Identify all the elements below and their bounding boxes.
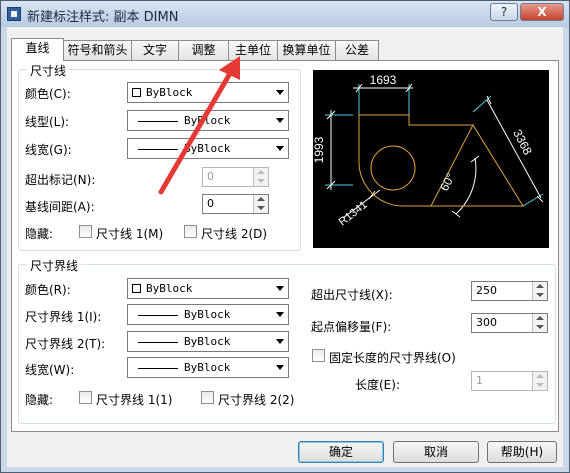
ext-color-combo[interactable]: ByBlock	[127, 278, 289, 299]
tab-fit[interactable]: 调整	[178, 40, 229, 60]
ext-lineweight-combo[interactable]: ByBlock	[127, 357, 289, 378]
tab-tolerances[interactable]: 公差	[335, 40, 379, 60]
fixed-length-checkbox[interactable]	[312, 349, 325, 362]
ext-lines-legend: 尺寸界线	[27, 257, 82, 274]
tab-lines[interactable]: 直线	[11, 38, 64, 61]
length-spinner: 1	[471, 371, 548, 391]
extension-lines	[325, 84, 544, 207]
origin-offset-spinner[interactable]: 300	[471, 313, 548, 333]
spin-up-icon	[257, 170, 265, 174]
dim-label-top: 1693	[370, 73, 397, 87]
spin-down-icon	[536, 383, 544, 387]
suppress-ext-line-1-label[interactable]: 尺寸界线 1(1)	[96, 391, 172, 408]
line-sample	[138, 121, 178, 122]
dim-label-radius: R1341	[337, 199, 370, 228]
dim-label-angle: 60°	[437, 171, 458, 194]
spin-up-icon[interactable]	[536, 316, 544, 320]
suppress-dim-line-2-label[interactable]: 尺寸线 2(D)	[201, 225, 267, 242]
baseline-spacing-label: 基线间距(A):	[25, 200, 95, 214]
length-label: 长度(E):	[355, 378, 400, 392]
suppress-ext-line-1-checkbox[interactable]	[79, 391, 92, 404]
title-help-button[interactable]: ?	[490, 3, 518, 21]
dim-label-right: 3368	[510, 127, 535, 157]
ext-lt1-combo[interactable]: ByBlock	[127, 304, 289, 325]
dialog-client: 直线 符号和箭头 文字 调整 主单位 换算单位 公差 尺寸线 颜色(C): By…	[7, 27, 563, 467]
dimension-lines	[330, 87, 542, 219]
dim-suppress-label: 隐藏:	[25, 227, 54, 241]
chevron-down-icon	[276, 339, 284, 344]
suppress-dim-line-2-checkbox[interactable]	[184, 225, 197, 238]
ext-lt2-label: 尺寸界线 2(T):	[25, 337, 106, 351]
dim-lineweight-label: 线宽(G):	[25, 143, 72, 157]
fixed-length-label[interactable]: 固定长度的尺寸界线(O)	[329, 349, 456, 366]
baseline-spacing-spinner[interactable]: 0	[202, 194, 269, 214]
preview-drawing: 1693 1993 3368 R1341 60°	[312, 73, 544, 228]
dim-color-label: 颜色(C):	[25, 87, 71, 101]
help-button[interactable]: 帮助(H)	[487, 441, 557, 463]
title-bar[interactable]: 新建标注样式: 副本 DIMN ? X	[1, 1, 569, 27]
spin-down-icon[interactable]	[257, 206, 265, 210]
dim-linetype-label: 线型(L):	[25, 115, 70, 129]
tab-panel-lines: 尺寸线 颜色(C): ByBlock 线型(L): ByBlock 线宽(G):…	[11, 60, 559, 432]
dim-linetype-combo[interactable]: ByBlock	[127, 110, 289, 131]
spin-up-icon[interactable]	[536, 284, 544, 288]
line-sample	[138, 315, 178, 316]
color-swatch	[132, 88, 141, 97]
line-sample	[138, 149, 178, 150]
dim-lineweight-combo[interactable]: ByBlock	[127, 138, 289, 159]
chevron-down-icon	[276, 286, 284, 291]
line-sample	[138, 342, 178, 343]
ext-suppress-label: 隐藏:	[25, 393, 54, 407]
ext-lineweight-label: 线宽(W):	[25, 363, 75, 377]
tab-text[interactable]: 文字	[131, 40, 179, 60]
tab-alternate-units[interactable]: 换算单位	[277, 40, 336, 60]
dim-label-left: 1993	[313, 136, 326, 163]
ok-button[interactable]: 确定	[298, 441, 384, 463]
chevron-down-icon	[276, 118, 284, 123]
suppress-dim-line-1-label[interactable]: 尺寸线 1(M)	[96, 225, 163, 242]
extend-ticks-spinner: 0	[202, 167, 269, 187]
ext-lt2-combo[interactable]: ByBlock	[127, 331, 289, 352]
origin-offset-label: 起点偏移量(F):	[311, 320, 392, 334]
dim-color-combo[interactable]: ByBlock	[127, 82, 289, 103]
dimension-preview: 1693 1993 3368 R1341 60°	[312, 70, 549, 248]
line-sample	[138, 368, 178, 369]
tab-primary-units[interactable]: 主单位	[228, 40, 278, 60]
suppress-ext-line-2-label[interactable]: 尺寸界线 2(2)	[218, 391, 294, 408]
cancel-button[interactable]: 取消	[393, 441, 479, 463]
dim-lines-legend: 尺寸线	[27, 62, 70, 79]
window-title: 新建标注样式: 副本 DIMN	[27, 10, 179, 25]
tab-symbols-arrows[interactable]: 符号和箭头	[63, 40, 132, 60]
autocad-app-icon	[7, 7, 21, 21]
spin-down-icon	[257, 179, 265, 183]
beyond-dim-lines-label: 超出尺寸线(X):	[311, 288, 393, 302]
chevron-down-icon	[276, 365, 284, 370]
spin-down-icon[interactable]	[536, 325, 544, 329]
ext-lt1-label: 尺寸界线 1(I):	[25, 310, 102, 324]
close-button[interactable]: X	[520, 3, 564, 21]
suppress-ext-line-2-checkbox[interactable]	[201, 391, 214, 404]
extend-ticks-label: 超出标记(N):	[25, 173, 96, 187]
dialog-window: 新建标注样式: 副本 DIMN ? X 直线 符号和箭头 文字 调整 主单位 换…	[0, 0, 570, 473]
chevron-down-icon	[276, 146, 284, 151]
spin-down-icon[interactable]	[536, 293, 544, 297]
object-outline	[358, 114, 524, 207]
chevron-down-icon	[276, 312, 284, 317]
spin-up-icon[interactable]	[257, 197, 265, 201]
suppress-dim-line-1-checkbox[interactable]	[79, 225, 92, 238]
beyond-dim-lines-spinner[interactable]: 250	[471, 281, 548, 301]
spin-up-icon	[536, 374, 544, 378]
ext-color-label: 颜色(R):	[25, 283, 71, 297]
color-swatch	[132, 284, 141, 293]
chevron-down-icon	[276, 90, 284, 95]
